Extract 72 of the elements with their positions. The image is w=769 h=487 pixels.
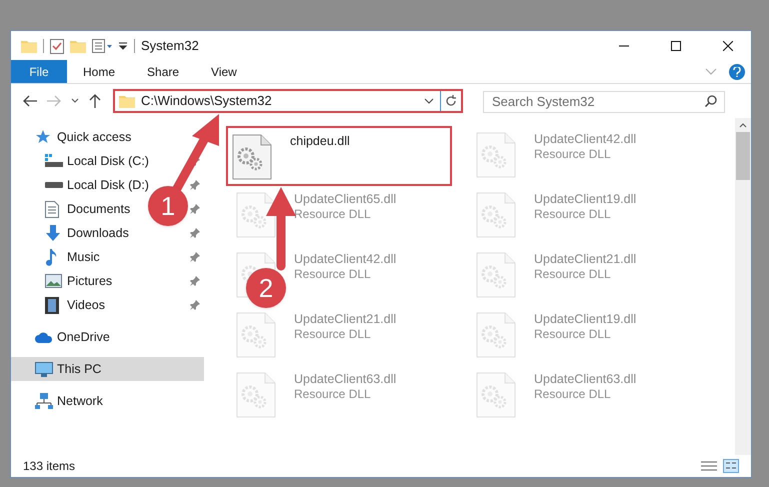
file-type: Resource DLL (534, 207, 612, 222)
sidebar-item[interactable]: Downloads (45, 221, 129, 245)
sidebar-item[interactable]: Quick access (35, 125, 132, 149)
details-view-icon[interactable] (701, 460, 717, 472)
sidebar-item[interactable]: Pictures (45, 269, 112, 293)
gear-file-icon (236, 312, 276, 358)
film-icon (45, 296, 59, 314)
file-type: Resource DLL (294, 207, 372, 222)
search-field[interactable]: Search System32 (483, 90, 725, 112)
folder-icon (21, 38, 37, 52)
picture-icon (45, 274, 62, 288)
up-arrow-icon[interactable] (89, 94, 101, 108)
chevron-down-icon[interactable] (424, 98, 434, 104)
drive-icon (45, 182, 63, 188)
minimize-icon (619, 44, 629, 46)
music-note-icon (45, 248, 57, 266)
chevron-up-icon[interactable] (739, 122, 747, 128)
gear-file-icon (232, 134, 272, 180)
folder-icon (119, 94, 135, 108)
ribbon-tab[interactable]: File (11, 60, 67, 83)
document-icon (45, 200, 59, 218)
gear-file-icon (476, 252, 516, 298)
back-arrow-icon[interactable] (23, 95, 37, 107)
dropdown-arrow-icon (118, 40, 128, 50)
maximize-icon (671, 40, 681, 50)
sidebar-item[interactable]: This PC (11, 357, 204, 381)
monitor-icon (35, 362, 53, 376)
ribbon-tab[interactable]: View (195, 60, 253, 83)
scrollbar-thumb[interactable] (736, 132, 750, 180)
chevron-down-icon[interactable] (71, 98, 79, 104)
gear-file-icon (476, 312, 516, 358)
properties-icon (92, 38, 112, 52)
help-icon[interactable] (729, 64, 745, 80)
file-name[interactable]: chipdeu.dll (290, 134, 350, 149)
file-type: Resource DLL (534, 387, 612, 402)
sidebar-item[interactable]: Local Disk (C:) (45, 149, 149, 173)
download-icon (45, 225, 61, 241)
file-type: Resource DLL (534, 327, 612, 342)
sidebar-item[interactable]: OneDrive (35, 325, 110, 349)
gear-file-icon (476, 372, 516, 418)
ribbon-tab[interactable]: Home (67, 60, 132, 83)
close-icon (723, 40, 733, 50)
sidebar-item[interactable]: Local Disk (D:) (45, 173, 149, 197)
tiles-view-icon[interactable] (723, 459, 739, 473)
gear-file-icon (476, 192, 516, 238)
window-title: System32 (141, 36, 199, 55)
item-count: 133 items (23, 458, 76, 475)
network-icon (35, 393, 53, 409)
drive-icon (45, 154, 63, 168)
sidebar-item[interactable]: Music (45, 245, 100, 269)
sidebar-item[interactable]: Network (35, 389, 103, 413)
star-icon (35, 129, 51, 145)
file-type: Resource DLL (294, 387, 372, 402)
file-item[interactable]: chipdeu.dll (226, 126, 452, 186)
sidebar-item[interactable]: Videos (45, 293, 105, 317)
cloud-icon (35, 332, 53, 342)
gear-file-icon (236, 192, 276, 238)
sidebar-item[interactable]: Documents (45, 197, 130, 221)
address-path: C:\Windows\System32 (141, 92, 273, 110)
new-folder-icon (70, 38, 86, 52)
refresh-icon[interactable] (445, 95, 457, 107)
checklist-icon (50, 38, 64, 54)
file-type: Resource DLL (534, 267, 612, 282)
address-field[interactable]: C:\Windows\System32 (113, 89, 463, 113)
file-type: Resource DLL (294, 327, 372, 342)
file-type: Resource DLL (294, 267, 372, 282)
search-icon[interactable] (705, 95, 717, 107)
file-type: Resource DLL (534, 147, 612, 162)
ribbon-tab[interactable]: Share (131, 60, 196, 83)
gear-file-icon (236, 372, 276, 418)
scrollbar[interactable] (735, 118, 751, 455)
gear-file-icon (476, 132, 516, 178)
